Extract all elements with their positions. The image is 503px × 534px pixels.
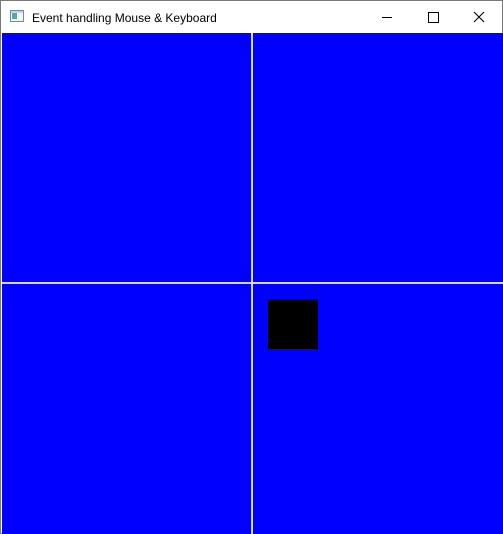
quadrant-top-left[interactable]: [2, 33, 251, 282]
quadrant-top-right[interactable]: [253, 33, 503, 282]
window-title: Event handling Mouse & Keyboard: [32, 11, 217, 25]
player-square[interactable]: [268, 299, 318, 349]
app-icon: [10, 10, 24, 22]
minimize-icon: [382, 17, 392, 18]
maximize-icon: [428, 12, 439, 23]
close-button[interactable]: [456, 1, 502, 33]
minimize-button[interactable]: [364, 1, 410, 33]
horizontal-divider: [2, 282, 503, 284]
title-bar[interactable]: Event handling Mouse & Keyboard: [1, 1, 502, 33]
close-icon: [473, 11, 485, 23]
app-window: Event handling Mouse & Keyboard: [0, 0, 503, 534]
maximize-button[interactable]: [410, 1, 456, 33]
quadrant-bottom-left[interactable]: [2, 284, 251, 534]
game-canvas[interactable]: [2, 33, 503, 534]
